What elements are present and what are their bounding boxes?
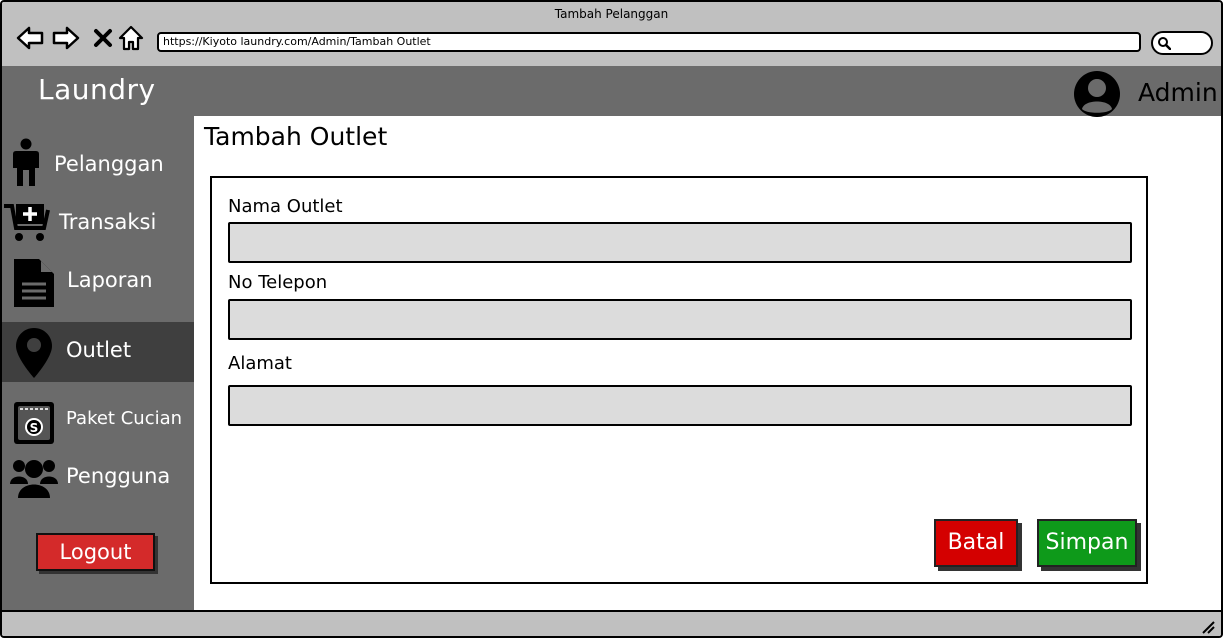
sidebar-item-label: Outlet [66, 338, 132, 362]
app-header: Laundry Admin [2, 66, 1221, 119]
sidebar-item-paket-cucian[interactable]: S Paket Cucian [2, 398, 194, 446]
home-button[interactable] [117, 24, 145, 52]
page-title: Tambah Outlet [204, 122, 388, 151]
svg-text:S: S [30, 421, 39, 435]
outlet-form: Nama Outlet No Telepon Alamat Batal Simp… [210, 176, 1148, 584]
cancel-button[interactable]: Batal [934, 519, 1018, 567]
home-icon [118, 25, 144, 51]
resize-grip-icon[interactable] [1201, 620, 1215, 634]
price-tag-icon: S [14, 402, 54, 444]
nama-outlet-input[interactable] [228, 222, 1132, 263]
alamat-input[interactable] [228, 385, 1132, 426]
save-button[interactable]: Simpan [1037, 519, 1137, 567]
browser-search-field[interactable] [1151, 31, 1213, 55]
forward-button[interactable] [52, 24, 80, 52]
sidebar-item-label: Laporan [67, 268, 153, 292]
sidebar-item-outlet[interactable]: Outlet [2, 322, 194, 382]
cart-add-icon [4, 204, 50, 241]
no-telepon-input[interactable] [228, 299, 1132, 340]
avatar-icon[interactable] [1072, 69, 1122, 119]
browser-window: Tambah Pelanggan https://Kiyoto laundry.… [0, 0, 1223, 638]
sidebar-item-label: Paket Cucian [66, 408, 183, 429]
back-button[interactable] [16, 24, 44, 52]
alamat-label: Alamat [228, 353, 292, 374]
nama-outlet-label: Nama Outlet [228, 196, 343, 217]
close-icon [94, 29, 112, 47]
status-bar [2, 610, 1221, 636]
document-icon [14, 259, 54, 307]
sidebar-item-label: Pengguna [66, 464, 171, 488]
users-icon [10, 460, 58, 498]
address-bar[interactable]: https://Kiyoto laundry.com/Admin/Tambah … [157, 32, 1141, 52]
search-icon [1158, 37, 1171, 50]
sidebar-item-transaksi[interactable]: Transaksi [2, 198, 194, 248]
map-pin-icon [16, 328, 52, 378]
browser-toolbar: Tambah Pelanggan https://Kiyoto laundry.… [2, 2, 1221, 66]
person-icon [13, 138, 39, 186]
sidebar-item-pengguna[interactable]: Pengguna [2, 452, 194, 502]
stop-button[interactable] [89, 24, 117, 52]
arrow-left-icon [16, 26, 44, 50]
sidebar-item-label: Pelanggan [54, 152, 164, 176]
no-telepon-label: No Telepon [228, 272, 328, 293]
window-title: Tambah Pelanggan [554, 7, 669, 21]
sidebar-item-label: Transaksi [59, 210, 157, 234]
app-brand: Laundry [38, 73, 156, 106]
sidebar-item-pelanggan[interactable]: Pelanggan [2, 134, 194, 190]
sidebar: Pelanggan Transaksi Laporan Outlet S Pak… [2, 116, 194, 610]
sidebar-item-laporan[interactable]: Laporan [2, 256, 194, 308]
arrow-right-icon [52, 26, 80, 50]
logout-button[interactable]: Logout [36, 533, 155, 571]
user-name[interactable]: Admin [1138, 78, 1218, 107]
